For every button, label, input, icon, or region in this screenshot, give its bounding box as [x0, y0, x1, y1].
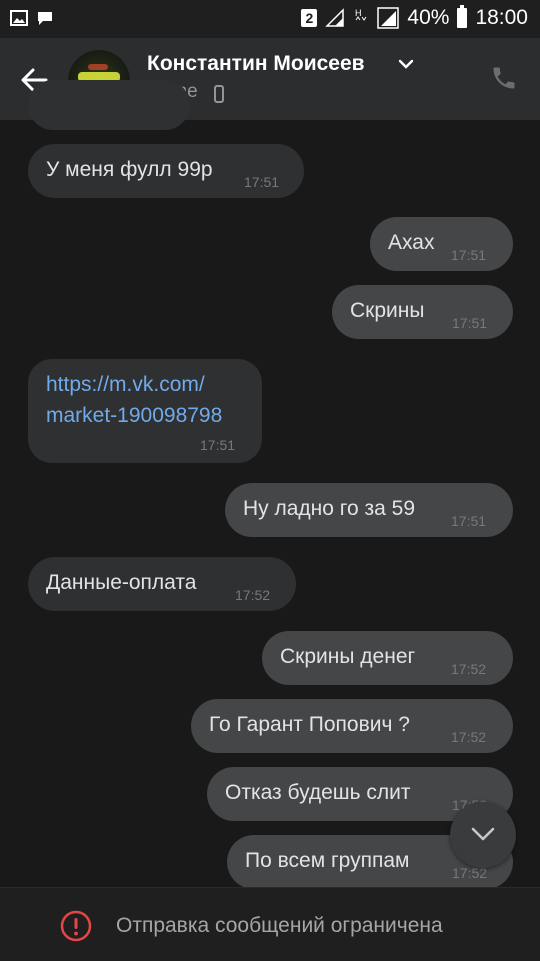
- message-bubble[interactable]: Го Гарант Попович ? 17:52: [191, 699, 513, 753]
- message-bubble-partial: [28, 80, 190, 130]
- status-bar: 2 H 40% 18:00: [0, 0, 540, 38]
- message-bubble-link[interactable]: https://m.vk.com/ market-190098798 17:51: [28, 359, 262, 463]
- message-bubble[interactable]: Ну ладно го за 59 17:51: [225, 483, 513, 537]
- message-time: 17:52: [451, 661, 487, 677]
- message-time: 17:52: [235, 587, 271, 603]
- message-text: Ахах: [388, 231, 435, 254]
- message-bubble[interactable]: Скрины денег 17:52: [262, 631, 513, 685]
- message-time: 17:51: [244, 174, 280, 190]
- battery-icon: [457, 5, 468, 28]
- phone-small-icon: [214, 85, 224, 103]
- chat-icon: [38, 12, 52, 25]
- message-time: 17:51: [451, 247, 487, 263]
- contact-name[interactable]: Константин Моисеев: [147, 52, 365, 76]
- message-time: 17:52: [451, 729, 487, 745]
- message-time: 17:51: [452, 315, 488, 331]
- scroll-down-icon: [471, 827, 495, 841]
- message-text: Скрины: [350, 299, 425, 322]
- message-bubble[interactable]: У меня фулл 99р 17:51: [28, 144, 304, 198]
- message-bubble[interactable]: Данные-оплата 17:52: [28, 557, 296, 611]
- clock: 18:00: [475, 6, 528, 29]
- message-bubble[interactable]: Ахах 17:51: [370, 217, 513, 271]
- message-time: 17:51: [200, 437, 236, 453]
- message-text: У меня фулл 99р: [46, 158, 213, 181]
- signal-2-icon: [377, 7, 400, 29]
- message-text: Скрины денег: [280, 645, 416, 668]
- message-link[interactable]: https://m.vk.com/: [46, 373, 205, 397]
- warning-icon: [60, 910, 92, 942]
- message-link[interactable]: market-190098798: [46, 404, 222, 428]
- image-icon: [10, 10, 28, 26]
- chevron-down-icon[interactable]: [398, 58, 414, 70]
- message-text: Го Гарант Попович ?: [209, 713, 410, 736]
- battery-percent: 40%: [407, 6, 450, 29]
- message-text: По всем группам: [245, 849, 410, 872]
- h-signal-icon: H: [355, 8, 367, 21]
- message-time: 17:51: [451, 513, 487, 529]
- scroll-down-button[interactable]: [450, 802, 516, 868]
- message-text: Ну ладно го за 59: [243, 497, 416, 520]
- message-text: Отказ будешь слит: [225, 781, 411, 804]
- message-text: Данные-оплата: [46, 571, 197, 594]
- sim-badge: 2: [301, 9, 318, 27]
- restriction-bar: Отправка сообщений ограничена: [0, 887, 540, 961]
- message-bubble[interactable]: Скрины 17:51: [332, 285, 513, 339]
- signal-icon: [325, 8, 345, 27]
- call-icon[interactable]: [490, 64, 518, 92]
- restriction-text: Отправка сообщений ограничена: [116, 914, 443, 937]
